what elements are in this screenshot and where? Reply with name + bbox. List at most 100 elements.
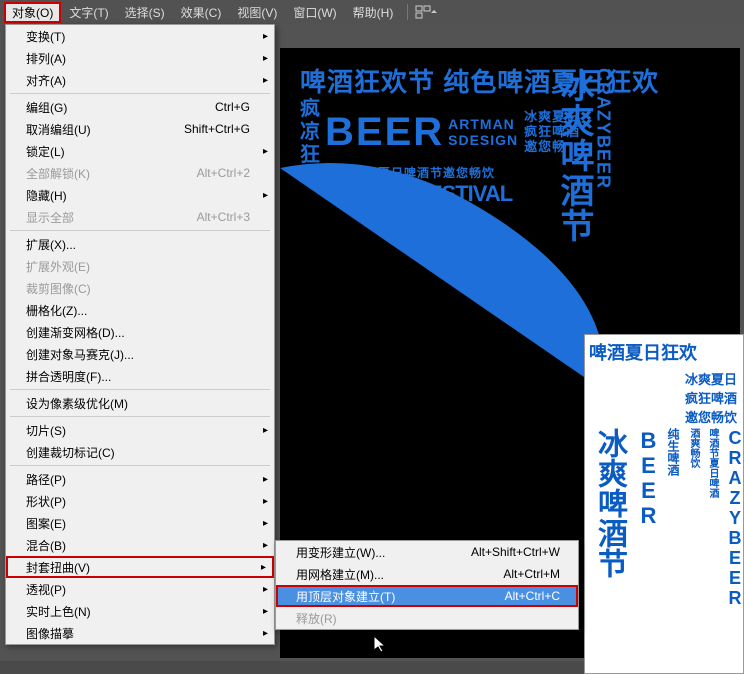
panel-v5: 啤酒节夏日啤酒 [703,426,722,610]
menubar-separator [407,4,408,20]
menu-item[interactable]: 创建对象马赛克(J)... [6,343,274,365]
menu-item[interactable]: 取消编组(U) Shift+Ctrl+G [6,118,274,140]
menu-item-label: 显示全部 [26,209,74,226]
submenu-item: 释放(R) [276,607,578,629]
menu-help[interactable]: 帮助(H) [345,2,402,23]
menu-item-label: 图案(E) [26,515,66,532]
submenu-arrow-icon: ▸ [263,496,268,507]
menu-item-label: 图像描摹 [26,625,74,642]
arrange-documents-icon[interactable] [414,3,438,21]
menu-item-label: 锁定(L) [26,143,65,160]
menu-item-label: 封套扭曲(V) [26,559,90,576]
panel-r2a: 冰爽夏日 [685,369,737,388]
menu-item-label: 透视(P) [26,581,66,598]
submenu-arrow-icon: ▸ [263,518,268,529]
submenu-arrow-icon: ▸ [263,53,268,64]
menu-divider [10,389,270,390]
submenu-item-shortcut: Alt+Ctrl+M [503,567,560,581]
menu-item-label: 创建对象马赛克(J)... [26,346,134,363]
submenu-item[interactable]: 用变形建立(W)...Alt+Shift+Ctrl+W [276,541,578,563]
submenu-item[interactable]: 用顶层对象建立(T) Alt+Ctrl+C [276,585,578,607]
menu-item[interactable]: 栅格化(Z)... [6,299,274,321]
menu-item[interactable]: 设为像素级优化(M) [6,392,274,414]
menu-item[interactable]: 路径(P) ▸ [6,468,274,490]
submenu-arrow-icon: ▸ [263,75,268,86]
menu-item[interactable]: 创建渐变网格(D)... [6,321,274,343]
menu-item-shortcut: Alt+Ctrl+3 [197,210,250,224]
menu-item-shortcut: Shift+Ctrl+G [184,122,250,136]
menu-item: 扩展外观(E) [6,255,274,277]
menu-item[interactable]: 封套扭曲(V) ▸ [6,556,274,578]
submenu-item-label: 释放(R) [296,610,337,627]
panel-v2: BEER [633,426,663,610]
menu-item[interactable]: 锁定(L) ▸ [6,140,274,162]
menu-item-label: 裁剪图像(C) [26,280,91,297]
menu-object[interactable]: 对象(O) [4,2,61,23]
menu-item[interactable]: 形状(P) ▸ [6,490,274,512]
menu-item[interactable]: 编组(G)Ctrl+G [6,96,274,118]
menu-item: 显示全部 Alt+Ctrl+3 [6,206,274,228]
submenu-arrow-icon: ▸ [263,31,268,42]
menu-item[interactable]: 排列(A) ▸ [6,47,274,69]
menu-item[interactable]: 对齐(A)▸ [6,69,274,91]
menu-item: 全部解锁(K) Alt+Ctrl+2 [6,162,274,184]
menu-item-label: 扩展外观(E) [26,258,90,275]
menu-item-label: 取消编组(U) [26,121,91,138]
menu-item-label: 隐藏(H) [26,187,67,204]
menubar: 对象(O) 文字(T) 选择(S) 效果(C) 视图(V) 窗口(W) 帮助(H… [0,0,744,24]
menu-window[interactable]: 窗口(W) [285,2,344,23]
menu-item[interactable]: 透视(P) ▸ [6,578,274,600]
submenu-arrow-icon: ▸ [263,628,268,639]
object-menu-dropdown: 变换(T)▸排列(A)▸对齐(A)▸编组(G)Ctrl+G取消编组(U)Shif… [5,24,275,645]
panel-v4: CRAZYBEER [722,426,744,610]
submenu-arrow-icon: ▸ [263,606,268,617]
menu-item-label: 拼合透明度(F)... [26,368,111,385]
menu-item[interactable]: 创建裁切标记(C) [6,441,274,463]
panel-v6: 酒爽畅饮 [684,426,703,610]
submenu-arrow-icon: ▸ [263,540,268,551]
menu-item-label: 创建渐变网格(D)... [26,324,125,341]
menu-item[interactable]: 隐藏(H)▸ [6,184,274,206]
menu-text[interactable]: 文字(T) [61,2,116,23]
submenu-item-label: 用网格建立(M)... [296,566,384,583]
menu-item[interactable]: 拼合透明度(F)... [6,365,274,387]
floating-text-panel[interactable]: 啤酒夏日狂欢 冰爽夏日 疯狂啤酒 邀您畅饮 冰爽啤酒节 BEER 纯生啤酒 酒爽… [584,334,744,674]
submenu-item-shortcut: Alt+Ctrl+C [505,589,560,603]
menu-item-label: 设为像素级优化(M) [26,395,128,412]
menu-item-label: 混合(B) [26,537,66,554]
menu-item[interactable]: 混合(B) ▸ [6,534,274,556]
menu-item-label: 栅格化(Z)... [26,302,87,319]
menu-item-label: 形状(P) [26,493,66,510]
menu-item[interactable]: 图像描摹 ▸ [6,622,274,644]
menu-item-label: 创建裁切标记(C) [26,444,115,461]
menu-item-label: 排列(A) [26,50,66,67]
menu-divider [10,465,270,466]
submenu-arrow-icon: ▸ [263,146,268,157]
submenu-arrow-icon: ▸ [263,425,268,436]
menu-item-label: 路径(P) [26,471,66,488]
menu-select[interactable]: 选择(S) [117,2,173,23]
menu-item-label: 切片(S) [26,422,66,439]
panel-v1: 冰爽啤酒节 [585,426,633,610]
menu-view[interactable]: 视图(V) [229,2,285,23]
menu-divider [10,416,270,417]
panel-v3: 纯生啤酒 [663,426,684,610]
menu-effect[interactable]: 效果(C) [173,2,230,23]
submenu-arrow-icon: ▸ [263,584,268,595]
menu-item[interactable]: 切片(S) ▸ [6,419,274,441]
submenu-arrow-icon: ▸ [263,474,268,485]
submenu-arrow-icon: ▸ [261,562,266,573]
menu-item[interactable]: 扩展(X)... [6,233,274,255]
menu-item[interactable]: 图案(E) ▸ [6,512,274,534]
submenu-item[interactable]: 用网格建立(M)... Alt+Ctrl+M [276,563,578,585]
menu-item-label: 全部解锁(K) [26,165,90,182]
panel-r2c: 邀您畅饮 [685,407,737,426]
menu-item-shortcut: Alt+Ctrl+2 [197,166,250,180]
submenu-item-label: 用顶层对象建立(T) [296,588,395,605]
panel-r2b: 疯狂啤酒 [685,388,737,407]
menu-item[interactable]: 实时上色(N) ▸ [6,600,274,622]
menu-item-label: 实时上色(N) [26,603,91,620]
menu-item[interactable]: 变换(T)▸ [6,25,274,47]
menu-item: 裁剪图像(C) [6,277,274,299]
menu-divider [10,93,270,94]
